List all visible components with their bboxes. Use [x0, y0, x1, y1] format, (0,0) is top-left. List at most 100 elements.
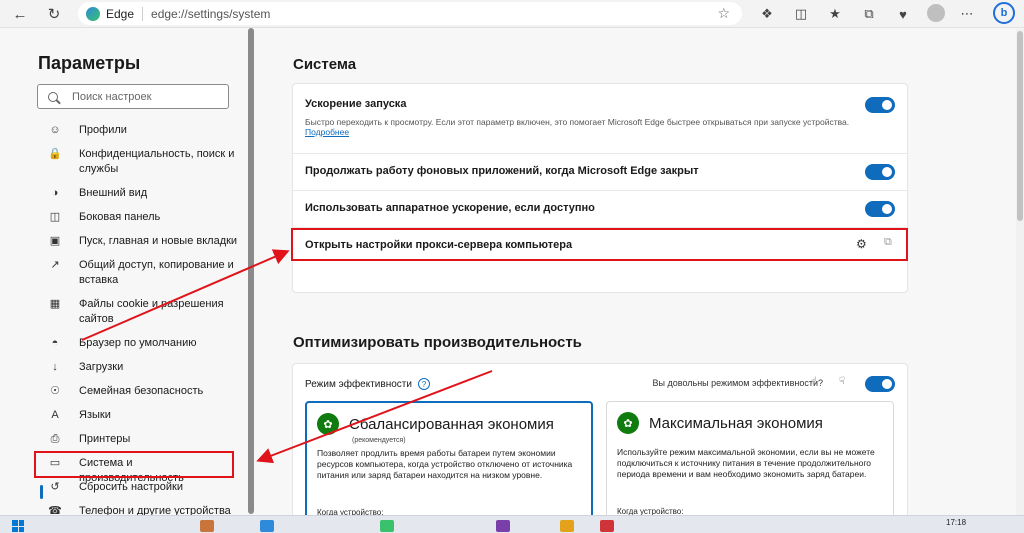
balanced-head: ✿ Сбалансированная экономия	[317, 413, 554, 435]
collections-icon[interactable]: ⧉	[860, 5, 878, 23]
main-scrollbar[interactable]	[1016, 29, 1024, 515]
sidebar-item-label: Пуск, главная и новые вкладки	[79, 235, 238, 247]
address-bar[interactable]: Edge edge://settings/system ☆	[78, 2, 742, 25]
sidebar-item-label: Общий доступ, копирование и вставка	[79, 259, 234, 286]
sidebar-item-label: Семейная безопасность	[79, 385, 204, 397]
row-divider	[293, 190, 907, 191]
sidebar-item-default-browser[interactable]: ◓ Браузер по умолчанию	[38, 336, 238, 351]
taskbar-app-icon[interactable]	[380, 520, 394, 532]
annotation-box-system	[34, 451, 234, 478]
startup-boost-toggle[interactable]	[865, 97, 895, 113]
taskbar-app-icon[interactable]	[260, 520, 274, 532]
favorite-star-icon[interactable]: ☆	[717, 5, 730, 22]
sidebar-item-printers[interactable]: ⎙ Принтеры	[38, 432, 238, 447]
sidebar-item-label: Профили	[79, 124, 127, 136]
refresh-icon[interactable]: ↻	[40, 0, 68, 28]
sidebar-icon: ◫	[49, 210, 61, 223]
taskbar-app-icon[interactable]	[496, 520, 510, 532]
sidebar-title: Параметры	[38, 53, 141, 73]
sidebar-item-start-home[interactable]: ▣ Пуск, главная и новые вкладки	[38, 234, 238, 249]
sidebar-item-profiles[interactable]: ☺ Профили	[38, 123, 238, 138]
sidebar-item-label: Боковая панель	[79, 211, 161, 223]
efficiency-mode-toggle[interactable]	[865, 376, 895, 392]
taskbar-app-icon[interactable]	[600, 520, 614, 532]
address-separator	[142, 6, 144, 21]
startup-boost-title: Ускорение запуска	[305, 98, 407, 110]
palette-icon: ◑	[51, 186, 59, 199]
background-apps-toggle[interactable]	[865, 164, 895, 180]
background-apps-row: Продолжать работу фоновых приложений, ко…	[305, 165, 895, 177]
search-icon	[48, 91, 58, 102]
settings-search-input[interactable]: Поиск настроек	[37, 84, 229, 109]
annotation-box-proxy	[291, 228, 908, 261]
efficiency-mode-label: Режим эффективности	[305, 378, 412, 390]
settings-sidebar: Параметры Поиск настроек ☺ Профили 🔒 Кон…	[0, 29, 256, 517]
extensions-icon[interactable]: ❖	[758, 5, 776, 23]
share-icon: ↗	[50, 258, 60, 271]
sidebar-item-privacy[interactable]: 🔒 Конфиденциальность, поиск и службы	[38, 147, 238, 177]
sidebar-item-label: Внешний вид	[79, 187, 148, 199]
balanced-savings-option[interactable]: ✿ Сбалансированная экономия (рекомендует…	[305, 401, 593, 531]
maximum-desc: Используйте режим максимальной экономии,…	[617, 447, 875, 479]
sidebar-item-cookies[interactable]: ▦ Файлы cookie и разрешения сайтов	[38, 297, 238, 327]
reset-icon: ↺	[50, 480, 60, 493]
system-card: Ускорение запуска Быстро переходить к пр…	[292, 83, 908, 293]
sidebar-item-label: Файлы cookie и разрешения сайтов	[79, 298, 224, 325]
startup-boost-desc: Быстро переходить к просмотру. Если этот…	[305, 117, 850, 127]
favorites-icon[interactable]: ★	[826, 5, 844, 23]
maximum-savings-option[interactable]: ✿ Максимальная экономия Используйте режи…	[606, 401, 894, 531]
startup-boost-row: Ускорение запуска Быстро переходить к пр…	[305, 98, 895, 137]
taskbar-app-icon[interactable]	[200, 520, 214, 532]
thumbs-down-icon[interactable]: ☟	[839, 376, 845, 387]
maximum-head: ✿ Максимальная экономия	[617, 412, 823, 434]
bing-copilot-icon[interactable]: b	[993, 2, 1015, 24]
browser-toolbar: ← ↻ Edge edge://settings/system ☆ ❖ ◫ ★ …	[0, 0, 1024, 28]
sidebar-item-appearance[interactable]: ◑ Внешний вид	[38, 186, 238, 201]
sidebar-item-label: Сбросить настройки	[79, 481, 184, 493]
back-arrow-icon[interactable]: ←	[6, 0, 34, 28]
section-title-performance: Оптимизировать производительность	[293, 334, 582, 351]
sidebar-item-label: Языки	[79, 409, 111, 421]
sidebar-item-downloads[interactable]: ↓ Загрузки	[38, 360, 238, 375]
download-icon: ↓	[52, 360, 58, 373]
settings-main: Система Ускорение запуска Быстро переход…	[262, 29, 1014, 533]
sidebar-item-label: Загрузки	[79, 361, 124, 373]
browser-icon: ◓	[51, 336, 59, 349]
taskbar-clock[interactable]: 17:18	[946, 518, 966, 527]
sidebar-item-languages[interactable]: A Языки	[38, 408, 238, 423]
sidebar-item-share[interactable]: ↗ Общий доступ, копирование и вставка	[38, 258, 238, 288]
url-text[interactable]: edge://settings/system	[151, 7, 270, 21]
hardware-accel-title: Использовать аппаратное ускорение, если …	[305, 202, 595, 214]
more-menu-icon[interactable]: ⋯	[958, 5, 976, 23]
profile-avatar[interactable]	[927, 4, 945, 22]
windows-start-icon[interactable]	[12, 520, 24, 532]
language-icon: A	[51, 408, 59, 421]
help-icon[interactable]: ?	[417, 378, 430, 390]
taskbar-app-icon[interactable]	[560, 520, 574, 532]
sidebar-item-family[interactable]: ☉ Семейная безопасность	[38, 384, 238, 399]
family-icon: ☉	[50, 384, 60, 397]
sidebar-scrollbar[interactable]	[248, 28, 254, 514]
split-screen-icon[interactable]: ◫	[792, 5, 810, 23]
hardware-accel-row: Использовать аппаратное ускорение, если …	[305, 202, 895, 214]
printer-icon: ⎙	[50, 432, 60, 445]
section-title-system: Система	[293, 56, 357, 73]
search-placeholder: Поиск настроек	[72, 90, 152, 103]
lock-icon: 🔒	[48, 147, 62, 160]
sidebar-item-sidebar[interactable]: ◫ Боковая панель	[38, 210, 238, 225]
hardware-accel-toggle[interactable]	[865, 201, 895, 217]
browser-brand: Edge	[106, 6, 135, 21]
browser-essentials-icon[interactable]: ♥	[894, 5, 912, 23]
windows-taskbar: 17:18	[0, 515, 1024, 533]
efficiency-feedback-text: Вы довольны режимом эффективности?	[652, 378, 823, 388]
thumbs-up-icon[interactable]: ☝	[811, 376, 817, 387]
home-icon: ▣	[49, 234, 61, 247]
balanced-subtitle: (рекомендуется)	[352, 437, 406, 444]
sidebar-item-reset[interactable]: ↺ Сбросить настройки	[38, 480, 238, 495]
edge-logo-icon	[86, 6, 100, 21]
efficiency-mode-header: Режим эффективности ?	[305, 378, 430, 390]
main-scroll-thumb[interactable]	[1017, 31, 1023, 221]
sidebar-scroll-thumb[interactable]	[248, 28, 254, 514]
learn-more-link[interactable]: Подробнее	[305, 127, 895, 137]
background-apps-title: Продолжать работу фоновых приложений, ко…	[305, 165, 699, 177]
